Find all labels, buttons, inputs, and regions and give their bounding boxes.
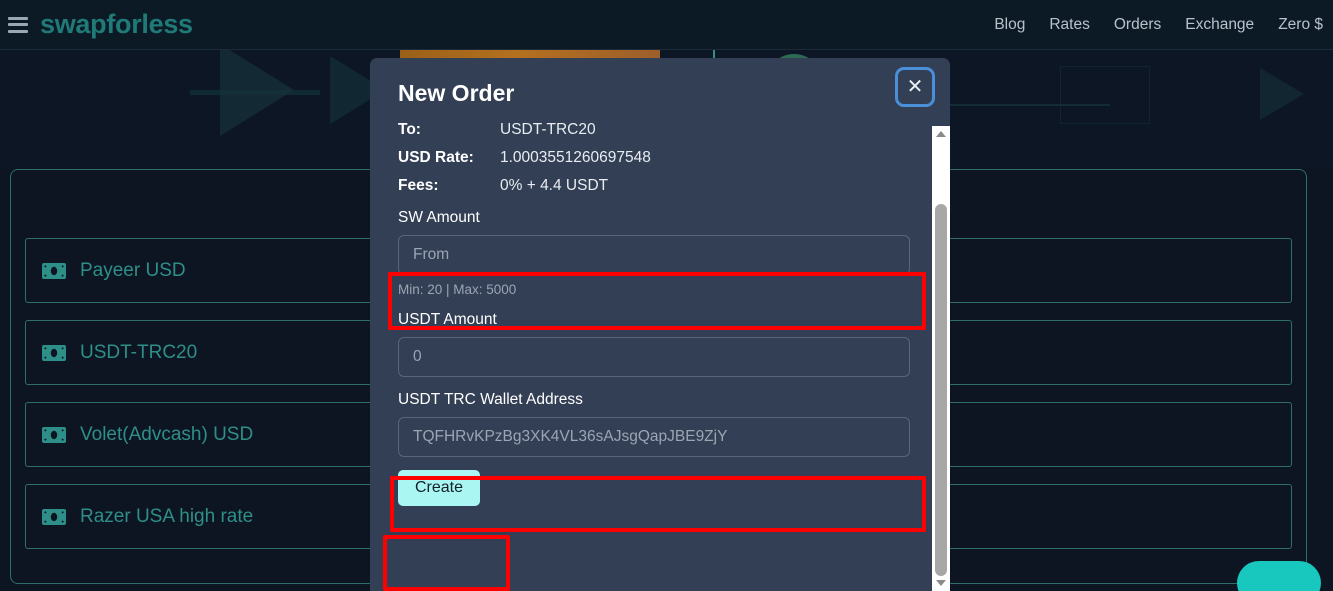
app-root: swapforless Blog Rates Orders Exchange Z… xyxy=(0,0,1333,591)
banknote-icon xyxy=(42,426,66,443)
scrollbar-down-arrow-icon[interactable] xyxy=(932,575,950,591)
banknote-icon xyxy=(42,508,66,525)
sw-amount-hint: Min: 20 | Max: 5000 xyxy=(398,282,517,297)
top-navbar: swapforless Blog Rates Orders Exchange Z… xyxy=(0,0,1333,50)
usdt-amount-input[interactable] xyxy=(398,337,910,377)
wallet-address-input[interactable] xyxy=(398,417,910,457)
info-row-usd-rate: USD Rate: 1.0003551260697548 xyxy=(398,149,922,167)
nav-links: Blog Rates Orders Exchange Zero $ xyxy=(994,16,1323,34)
hamburger-icon[interactable] xyxy=(8,16,28,33)
triangle-down-icon xyxy=(936,580,946,586)
nav-link-zero-dollar[interactable]: Zero $ xyxy=(1278,16,1323,34)
nav-link-rates[interactable]: Rates xyxy=(1049,16,1090,34)
hero-decoration-box xyxy=(1060,66,1150,124)
new-order-modal: New Order ✕ To: USDT-TRC20 USD Rate: 1.0… xyxy=(370,58,950,591)
hamburger-bar xyxy=(8,16,28,20)
nav-link-exchange[interactable]: Exchange xyxy=(1185,16,1254,34)
info-value: USDT-TRC20 xyxy=(500,121,596,138)
banknote-icon xyxy=(42,344,66,361)
send-currency-label: Razer USA high rate xyxy=(80,505,254,527)
banknote-icon xyxy=(42,262,66,279)
info-key: Fees: xyxy=(398,177,439,194)
create-button[interactable]: Create xyxy=(398,470,481,506)
usdt-amount-label: USDT Amount xyxy=(398,311,497,328)
modal-body: To: USDT-TRC20 USD Rate: 1.0003551260697… xyxy=(370,116,950,591)
brand-logo[interactable]: swapforless xyxy=(40,9,193,40)
send-currency-label: USDT-TRC20 xyxy=(80,341,198,363)
info-key: To: xyxy=(398,121,421,138)
info-key: USD Rate: xyxy=(398,149,474,166)
info-row-fees: Fees: 0% + 4.4 USDT xyxy=(398,177,922,195)
scrollbar-thumb[interactable] xyxy=(935,204,947,576)
modal-scrollbar[interactable] xyxy=(932,126,950,591)
info-value: 0% + 4.4 USDT xyxy=(500,177,609,194)
sw-amount-label: SW Amount xyxy=(398,209,480,226)
hamburger-bar xyxy=(8,29,28,33)
sw-amount-input[interactable] xyxy=(398,235,910,275)
scrollbar-up-arrow-icon[interactable] xyxy=(932,126,950,142)
hamburger-bar xyxy=(8,23,28,26)
chat-widget-button[interactable] xyxy=(1237,561,1321,591)
send-currency-label: Volet(Advcash) USD xyxy=(80,423,254,445)
close-icon[interactable]: ✕ xyxy=(895,67,935,107)
nav-link-blog[interactable]: Blog xyxy=(994,16,1025,34)
hero-arrow-icon xyxy=(1260,68,1304,120)
nav-link-orders[interactable]: Orders xyxy=(1114,16,1161,34)
hero-arrow-icon xyxy=(220,50,294,136)
info-row-to: To: USDT-TRC20 xyxy=(398,121,922,139)
modal-title: New Order xyxy=(398,80,515,106)
send-currency-label: Payeer USD xyxy=(80,259,186,281)
triangle-up-icon xyxy=(936,131,946,137)
wallet-address-label: USDT TRC Wallet Address xyxy=(398,391,583,408)
info-value: 1.0003551260697548 xyxy=(500,149,651,166)
